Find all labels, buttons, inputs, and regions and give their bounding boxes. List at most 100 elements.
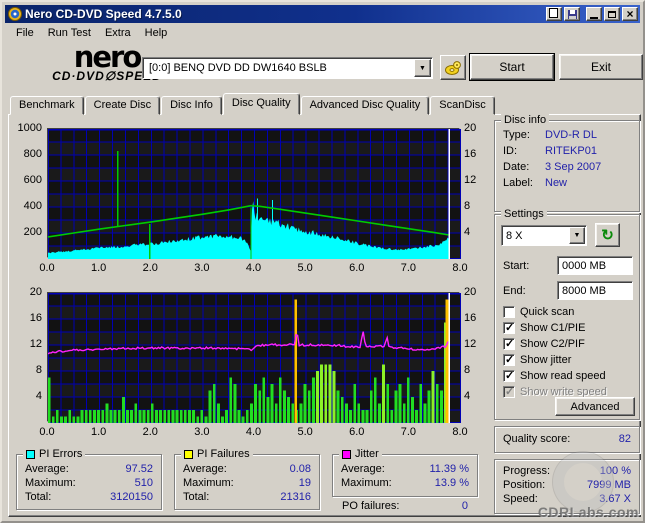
stat-row: Average: 11.39 % — [341, 463, 469, 475]
pi-failures-plot-area — [47, 292, 461, 423]
maximize-button[interactable] — [604, 7, 620, 21]
axis-tick-label: 3.0 — [194, 426, 210, 438]
axis-tick-label: 7.0 — [400, 426, 417, 438]
po-failures-label: PO failures: — [342, 500, 400, 512]
pi-failures-swatch-icon — [184, 449, 193, 459]
axis-tick-label: 6.0 — [349, 426, 365, 438]
checkbox-show-c1-pie[interactable]: ✓ Show C1/PIE — [503, 321, 585, 335]
tab-disc-quality[interactable]: Disc Quality — [222, 93, 300, 115]
menu-run-test[interactable]: Run Test — [41, 25, 98, 41]
axis-tick-label: 16 — [29, 312, 42, 324]
disc-info-title: Disc info — [501, 114, 550, 126]
axis-tick-label: 200 — [23, 226, 42, 238]
minimize-button[interactable] — [586, 7, 602, 21]
checkbox-icon: ✓ — [503, 370, 515, 382]
quality-score-box: Quality score: 82 — [494, 426, 640, 453]
pi-errors-stats-group: PI Errors Average: 97.52 Maximum: 510 Tota… — [16, 448, 162, 510]
save-button[interactable] — [564, 7, 580, 21]
tab-benchmark[interactable]: Benchmark — [10, 96, 84, 115]
end-position-input[interactable]: 8000 MB — [557, 281, 633, 300]
axis-tick-label: 4 — [464, 390, 471, 402]
start-position-label: Start: — [503, 260, 530, 272]
tab-disc-info[interactable]: Disc Info — [161, 96, 222, 115]
scan-speed-select[interactable]: 8 X ▼ — [501, 225, 587, 246]
close-button[interactable]: × — [622, 7, 638, 21]
axis-tick-label: 5.0 — [297, 426, 313, 438]
settings-title: Settings — [501, 208, 547, 220]
axis-tick-label: 6.0 — [349, 262, 365, 274]
chevron-down-icon[interactable]: ▼ — [414, 59, 431, 77]
axis-tick-label: 1.0 — [90, 262, 107, 274]
jitter-group-title: Jitter — [355, 448, 379, 460]
checkbox-icon: ✓ — [503, 354, 515, 366]
checkbox-show-read-speed[interactable]: ✓ Show read speed — [503, 369, 606, 383]
exit-button[interactable]: Exit — [559, 54, 643, 80]
quality-score-value: 82 — [618, 433, 631, 445]
pi-errors-swatch-icon — [26, 449, 35, 459]
disc-info-row: Type: DVD-R DL — [503, 129, 597, 141]
menu-file[interactable]: File — [9, 25, 41, 41]
drive-select[interactable]: [0:0] BENQ DVD DD DW1640 BSLB ▼ — [142, 57, 433, 79]
title-bar: Nero CD-DVD Speed 4.7.5.0 × — [5, 5, 640, 23]
axis-tick-label: 5.0 — [297, 262, 313, 274]
refresh-button[interactable]: ↻ — [595, 223, 620, 247]
checkbox-icon: ✓ — [503, 322, 515, 334]
axis-tick-label: 2.0 — [142, 426, 158, 438]
start-position-input[interactable]: 0000 MB — [557, 256, 633, 275]
eject-tray-button[interactable] — [440, 55, 466, 80]
minimize-icon — [590, 16, 598, 19]
tab-advanced-disc-quality[interactable]: Advanced Disc Quality — [300, 96, 430, 115]
advanced-button[interactable]: Advanced — [555, 397, 635, 416]
checkbox-icon: ✓ — [503, 386, 515, 398]
checkbox-show-c2-pif[interactable]: ✓ Show C2/PIF — [503, 337, 585, 351]
window-title: Nero CD-DVD Speed 4.7.5.0 — [25, 7, 182, 21]
stat-row: Average: 0.08 — [183, 463, 311, 475]
disc-info-group: Disc info Type: DVD-R DL ID: RITEKP01 Date… — [494, 114, 640, 212]
checkbox-icon: ✓ — [503, 338, 515, 350]
copy-button[interactable] — [546, 7, 562, 21]
axis-tick-label: 20 — [29, 286, 42, 298]
axis-tick-label: 600 — [23, 174, 42, 186]
drive-select-value: [0:0] BENQ DVD DD DW1640 BSLB — [149, 62, 327, 74]
start-button[interactable]: Start — [469, 53, 555, 81]
axis-tick-label: 8 — [35, 364, 42, 376]
axis-tick-label: 16 — [464, 148, 477, 160]
progress-row: Progress: 100 % — [503, 465, 631, 477]
chevron-down-icon[interactable]: ▼ — [569, 227, 585, 244]
checkbox-quick-scan[interactable]: ✓Quick scan — [503, 305, 574, 319]
po-failures-value: 0 — [461, 500, 468, 512]
axis-tick-label: 8.0 — [452, 262, 468, 274]
checkbox-show-jitter[interactable]: ✓ Show jitter — [503, 353, 571, 367]
menu-help[interactable]: Help — [138, 25, 175, 41]
menu-extra[interactable]: Extra — [98, 25, 138, 41]
copy-icon — [548, 8, 558, 18]
axis-tick-label: 0.0 — [39, 426, 55, 438]
speed-row: Speed: 3.67 X — [503, 493, 631, 505]
stat-row: Maximum: 19 — [183, 477, 311, 489]
axis-tick-label: 12 — [464, 338, 477, 350]
app-window: Nero CD-DVD Speed 4.7.5.0 × File Run Tes… — [0, 0, 645, 523]
stat-row: Total: 3120150 — [25, 491, 153, 503]
disc-info-row: Label: New — [503, 177, 568, 189]
app-icon — [8, 7, 22, 21]
scan-speed-value: 8 X — [506, 229, 523, 242]
stat-row: Total: 21316 — [183, 491, 311, 503]
maximize-icon — [608, 10, 616, 18]
po-failures-row: PO failures: 0 — [334, 499, 476, 513]
axis-tick-label: 4.0 — [245, 262, 262, 274]
tab-create-disc[interactable]: Create Disc — [84, 96, 161, 115]
pi-failures-chart: 20 16 12 8 4 20 16 12 8 4 0.0 1.0 2.0 3.0 4.0 5.0 6.0 7.0… — [14, 285, 492, 445]
axis-tick-label: 8 — [464, 200, 471, 212]
refresh-icon: ↻ — [601, 227, 614, 244]
axis-tick-label: 8 — [464, 364, 471, 376]
axis-tick-label: 400 — [23, 200, 42, 212]
tab-strip: Benchmark Create Disc Disc Info Disc Qua… — [10, 93, 496, 115]
axis-tick-label: 12 — [464, 174, 477, 186]
axis-tick-label: 3.0 — [194, 262, 210, 274]
quality-score-label: Quality score: — [503, 433, 571, 445]
checkbox-icon: ✓ — [503, 306, 515, 318]
tab-scandisc[interactable]: ScanDisc — [430, 96, 495, 115]
axis-tick-label: 20 — [464, 286, 477, 298]
axis-tick-label: 4 — [464, 226, 471, 238]
jitter-swatch-icon — [342, 449, 351, 459]
